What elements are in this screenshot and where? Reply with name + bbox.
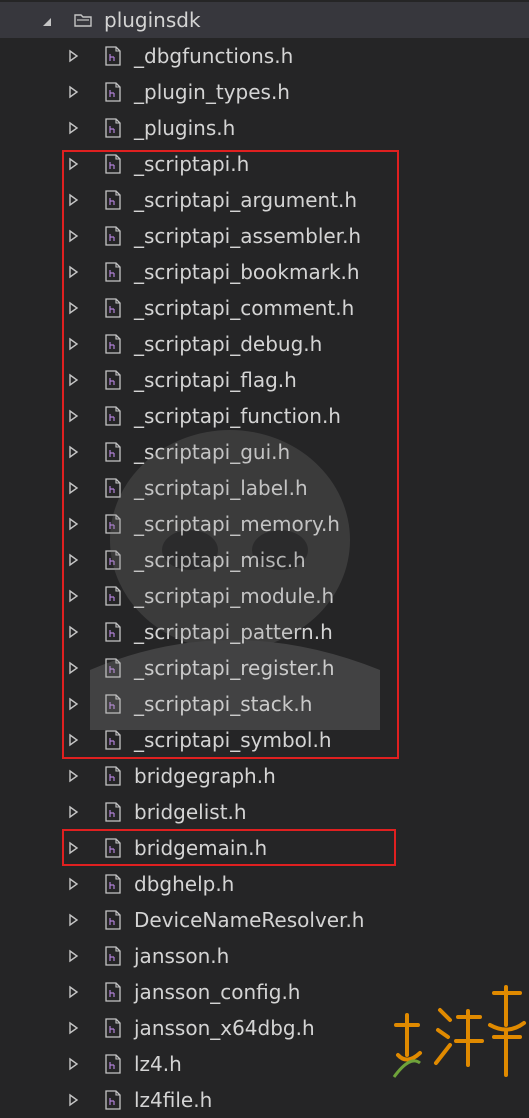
file-label: _dbgfunctions.h	[134, 44, 294, 68]
triangle-right-icon[interactable]	[66, 193, 80, 207]
triangle-right-icon[interactable]	[66, 229, 80, 243]
triangle-right-icon[interactable]	[66, 769, 80, 783]
triangle-right-icon[interactable]	[66, 841, 80, 855]
header-file-icon	[105, 910, 121, 930]
file-label: jansson_config.h	[134, 980, 301, 1004]
file-row[interactable]: dbghelp.h	[0, 866, 529, 902]
file-label: bridgegraph.h	[134, 764, 276, 788]
triangle-right-icon[interactable]	[66, 1057, 80, 1071]
file-row[interactable]: _dbgfunctions.h	[0, 38, 529, 74]
file-label: lz4.h	[134, 1052, 182, 1076]
file-label: _scriptapi_bookmark.h	[134, 260, 360, 284]
header-file-icon	[105, 118, 121, 138]
file-label: _plugins.h	[134, 116, 236, 140]
file-row[interactable]: _scriptapi_assembler.h	[0, 218, 529, 254]
header-file-icon	[105, 838, 121, 858]
file-row[interactable]: bridgelist.h	[0, 794, 529, 830]
header-file-icon	[105, 46, 121, 66]
triangle-down-icon[interactable]	[40, 15, 54, 29]
folder-row-pluginsdk[interactable]: pluginsdk	[0, 2, 529, 38]
file-label: bridgelist.h	[134, 800, 247, 824]
file-row[interactable]: DeviceNameResolver.h	[0, 902, 529, 938]
file-row[interactable]: jansson.h	[0, 938, 529, 974]
triangle-right-icon[interactable]	[66, 49, 80, 63]
file-row[interactable]: lz4file.h	[0, 1082, 529, 1118]
folder-label: pluginsdk	[104, 8, 201, 32]
triangle-right-icon[interactable]	[66, 913, 80, 927]
header-file-icon	[105, 946, 121, 966]
header-file-icon	[105, 334, 121, 354]
triangle-right-icon[interactable]	[66, 985, 80, 999]
triangle-right-icon[interactable]	[66, 337, 80, 351]
header-file-icon	[105, 298, 121, 318]
file-label: _scriptapi.h	[134, 152, 250, 176]
file-label: _scriptapi_comment.h	[134, 296, 355, 320]
triangle-right-icon[interactable]	[66, 1021, 80, 1035]
triangle-right-icon[interactable]	[66, 121, 80, 135]
header-file-icon	[105, 874, 121, 894]
folder-icon	[74, 14, 92, 27]
header-file-icon	[105, 226, 121, 246]
header-file-icon	[105, 1054, 121, 1074]
triangle-right-icon[interactable]	[66, 301, 80, 315]
triangle-right-icon[interactable]	[66, 949, 80, 963]
file-label: DeviceNameResolver.h	[134, 908, 365, 932]
header-file-icon	[105, 1018, 121, 1038]
file-row[interactable]: bridgemain.h	[0, 830, 529, 866]
file-row[interactable]: bridgegraph.h	[0, 758, 529, 794]
file-label: bridgemain.h	[134, 836, 268, 860]
triangle-right-icon[interactable]	[66, 85, 80, 99]
header-file-icon	[105, 802, 121, 822]
header-file-icon	[105, 982, 121, 1002]
file-label: jansson.h	[134, 944, 230, 968]
triangle-right-icon[interactable]	[66, 877, 80, 891]
file-label: lz4file.h	[134, 1088, 213, 1112]
file-label: _scriptapi_argument.h	[134, 188, 358, 212]
triangle-right-icon[interactable]	[66, 1093, 80, 1107]
header-file-icon	[105, 154, 121, 174]
header-file-icon	[105, 766, 121, 786]
file-row[interactable]: _plugin_types.h	[0, 74, 529, 110]
header-file-icon	[105, 1090, 121, 1110]
file-row[interactable]: _plugins.h	[0, 110, 529, 146]
file-row[interactable]: _scriptapi.h	[0, 146, 529, 182]
file-row[interactable]: _scriptapi_comment.h	[0, 290, 529, 326]
file-row[interactable]: _scriptapi_argument.h	[0, 182, 529, 218]
file-label: _scriptapi_debug.h	[134, 332, 323, 356]
triangle-right-icon[interactable]	[66, 805, 80, 819]
triangle-right-icon[interactable]	[66, 157, 80, 171]
triangle-right-icon[interactable]	[66, 265, 80, 279]
file-label: _scriptapi_assembler.h	[134, 224, 362, 248]
file-row[interactable]: _scriptapi_debug.h	[0, 326, 529, 362]
header-file-icon	[105, 82, 121, 102]
header-file-icon	[105, 190, 121, 210]
file-label: _plugin_types.h	[134, 80, 290, 104]
site-watermark-logo	[392, 985, 526, 1078]
header-file-icon	[105, 262, 121, 282]
file-label: jansson_x64dbg.h	[134, 1016, 315, 1040]
file-label: dbghelp.h	[134, 872, 235, 896]
background-character-watermark	[90, 430, 380, 730]
file-row[interactable]: _scriptapi_bookmark.h	[0, 254, 529, 290]
